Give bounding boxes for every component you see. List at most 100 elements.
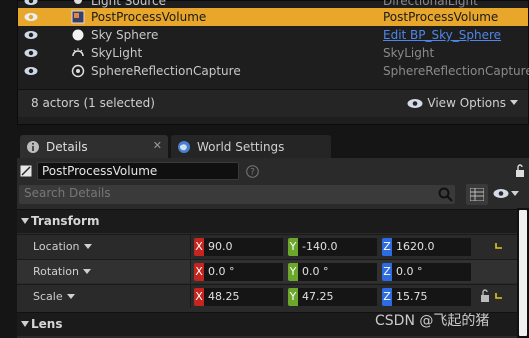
view-options-button[interactable]: View Options (407, 96, 518, 110)
outliner-row-name: Light Source (91, 0, 166, 8)
details-scrollbar-thumb[interactable] (519, 210, 527, 336)
close-icon[interactable]: ✕ (153, 139, 162, 152)
scale-x-value[interactable]: 48.25 (204, 288, 283, 306)
column-divider (190, 260, 191, 283)
location-x-field[interactable]: X 90.0 (194, 238, 283, 256)
location-x-value[interactable]: 90.0 (204, 238, 283, 256)
rotation-label-text: Rotation (33, 265, 80, 278)
lock-icon[interactable] (480, 289, 490, 303)
rotation-z-value[interactable]: 0.0 ° (392, 263, 471, 281)
location-label-text: Location (33, 240, 80, 253)
eye-icon (407, 98, 423, 108)
column-divider (190, 285, 191, 308)
location-y-value[interactable]: -140.0 (298, 238, 377, 256)
scale-z-value[interactable]: 15.75 (392, 288, 471, 306)
visibility-eye-icon[interactable] (24, 11, 38, 23)
scale-z-field[interactable]: Z 15.75 (382, 288, 471, 306)
scale-label-text: Scale (33, 290, 63, 303)
location-z-value[interactable]: 1620.0 (392, 238, 471, 256)
axis-x-badge: X (194, 238, 204, 256)
rotation-label[interactable]: Rotation (33, 265, 92, 278)
visibility-eye-icon[interactable] (24, 47, 38, 59)
location-y-field[interactable]: Y -140.0 (288, 238, 377, 256)
globe-icon (178, 140, 190, 153)
bulb-icon (74, 0, 82, 4)
axis-x-badge: X (194, 263, 204, 281)
volume-icon (71, 10, 85, 24)
rotation-property-row: Rotation X 0.0 ° Y 0.0 ° Z 0.0 ° (17, 259, 517, 283)
outliner-row-type: PostProcessVolume (383, 10, 499, 24)
outliner-row-name: Sky Sphere (91, 28, 159, 42)
outliner-footer: 8 actors (1 selected) View Options (18, 89, 528, 117)
scale-y-field[interactable]: Y 47.25 (288, 288, 377, 306)
view-options-label: View Options (427, 96, 506, 110)
watermark: CSDN @飞起的猪 (375, 313, 490, 329)
property-matrix-button[interactable] (466, 184, 488, 205)
tab-world-settings[interactable]: World Settings (171, 135, 331, 158)
outliner-row-name: SkyLight (91, 46, 143, 60)
location-property-row: Location X 90.0 Y -140.0 Z 1620.0 (17, 234, 517, 258)
chevron-down-icon (510, 100, 518, 105)
panel-tab-bar: Details ✕ World Settings (17, 133, 529, 158)
rotation-y-value[interactable]: 0.0 ° (298, 263, 377, 281)
axis-y-badge: Y (288, 288, 298, 306)
axis-y-badge: Y (288, 238, 298, 256)
actor-type-icon (20, 165, 32, 177)
skylight-icon (72, 48, 84, 57)
visibility-eye-icon[interactable] (24, 29, 38, 41)
column-divider (190, 235, 191, 258)
scale-x-field[interactable]: X 48.25 (194, 288, 283, 306)
outliner-row-name: SphereReflectionCapture (91, 64, 241, 78)
collapse-arrow-icon (21, 321, 29, 327)
rotation-x-field[interactable]: X 0.0 ° (194, 263, 283, 281)
visibility-eye-icon[interactable] (24, 0, 38, 7)
tab-world-settings-label: World Settings (197, 139, 285, 154)
visibility-eye-icon[interactable] (24, 65, 38, 77)
chevron-down-icon (511, 190, 519, 196)
scale-y-value[interactable]: 47.25 (298, 288, 377, 306)
edit-blueprint-link[interactable]: Edit BP_Sky_Sphere (383, 28, 501, 42)
outliner-row-type: DirectionalLight (383, 0, 478, 8)
details-view-options-button[interactable] (493, 188, 519, 199)
search-icon[interactable] (438, 187, 453, 202)
world-outliner: Light Source DirectionalLight PostProces… (17, 0, 529, 125)
scale-property-row: Scale X 48.25 Y 47.25 Z 15.75 (17, 284, 517, 308)
column-divider (190, 210, 191, 233)
rotation-y-field[interactable]: Y 0.0 ° (288, 263, 377, 281)
axis-z-badge: Z (382, 238, 392, 256)
column-divider (190, 313, 191, 336)
svg-text:?: ? (250, 168, 255, 178)
lens-section-label: Lens (31, 317, 63, 331)
location-label[interactable]: Location (33, 240, 92, 253)
eye-icon (493, 189, 509, 198)
actor-name-row: PostProcessVolume ? (17, 160, 529, 182)
rotation-x-value[interactable]: 0.0 ° (204, 263, 283, 281)
tab-details-label: Details (46, 139, 88, 154)
actor-name-input[interactable]: PostProcessVolume (37, 162, 239, 180)
reflection-capture-icon (71, 64, 85, 78)
axis-x-badge: X (194, 288, 204, 306)
outliner-row-skylight[interactable]: SkyLight SkyLight (18, 44, 528, 62)
tab-details[interactable]: Details ✕ (20, 135, 168, 158)
location-z-field[interactable]: Z 1620.0 (382, 238, 471, 256)
transform-section-label: Transform (31, 214, 100, 228)
help-icon[interactable]: ? (246, 165, 259, 178)
details-info-icon (27, 140, 39, 153)
search-details-input[interactable]: Search Details (19, 185, 455, 204)
outliner-row-type: SkyLight (383, 46, 435, 60)
lock-icon[interactable] (515, 164, 525, 178)
scale-label[interactable]: Scale (33, 290, 75, 303)
chevron-down-icon (66, 293, 75, 299)
reset-to-default-icon[interactable] (495, 242, 503, 250)
outliner-row-spherereflectioncapture[interactable]: SphereReflectionCapture SphereReflection… (18, 62, 529, 80)
axis-y-badge: Y (288, 263, 298, 281)
outliner-row-postprocessvolume[interactable]: PostProcessVolume PostProcessVolume (18, 8, 528, 26)
outliner-row-sky-sphere[interactable]: Sky Sphere Edit BP_Sky_Sphere (18, 26, 528, 44)
actor-count-label: 8 actors (1 selected) (31, 96, 155, 110)
reset-to-default-icon[interactable] (495, 292, 503, 300)
outliner-row-type: SphereReflectionCapture (383, 64, 529, 78)
rotation-z-field[interactable]: Z 0.0 ° (382, 263, 471, 281)
sphere-icon (72, 29, 84, 41)
transform-section-header[interactable]: Transform (17, 209, 517, 233)
collapse-arrow-icon (21, 218, 29, 224)
